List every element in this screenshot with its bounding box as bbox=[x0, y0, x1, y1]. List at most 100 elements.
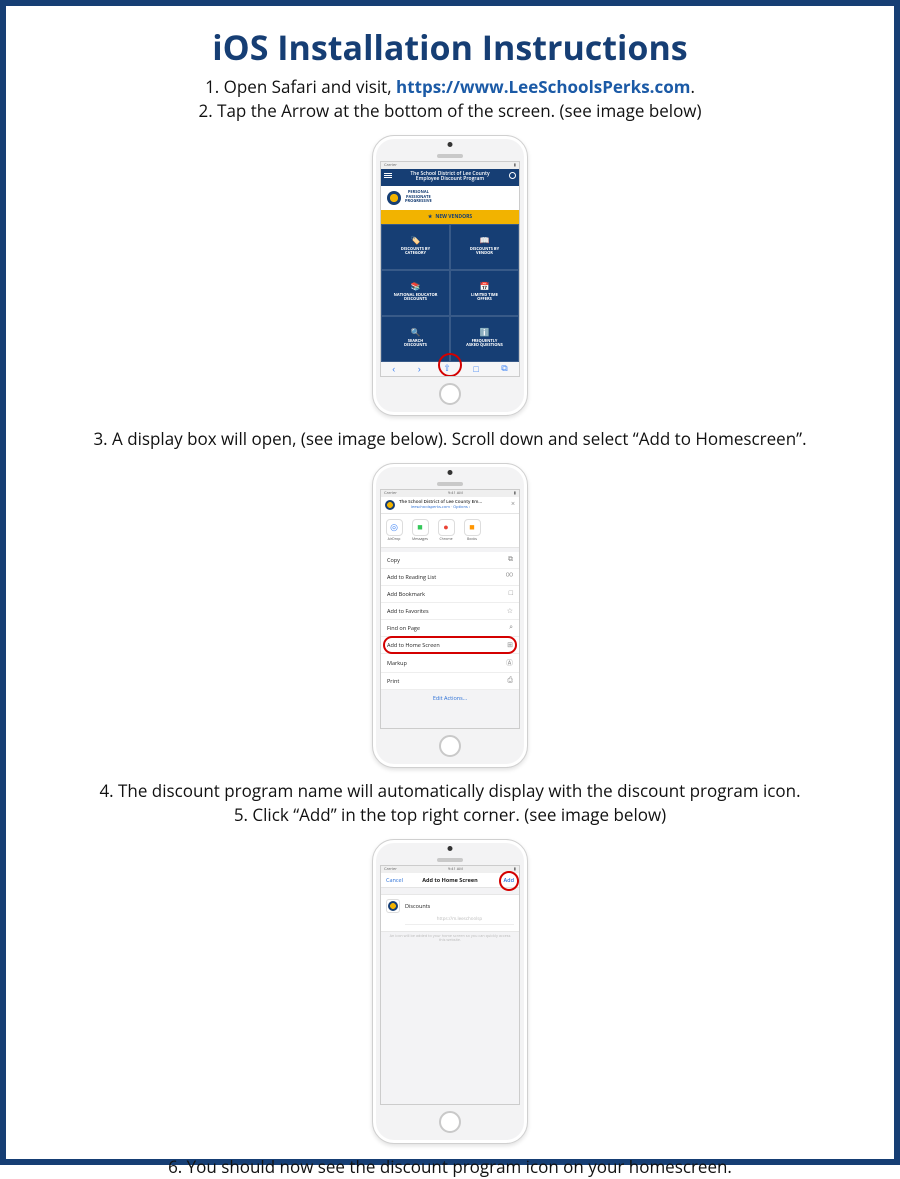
action-markup[interactable]: MarkupⒶ bbox=[381, 654, 519, 673]
phone-mock-2: Carrier 9:41 AM ▮ The School District of… bbox=[36, 463, 864, 768]
app-chrome[interactable]: ●Chrome bbox=[437, 519, 455, 542]
books-app-icon: ■ bbox=[464, 519, 481, 536]
info-icon: ℹ️ bbox=[480, 329, 490, 338]
magnifier-icon: 🔍 bbox=[411, 329, 421, 338]
action-add-home-screen[interactable]: Add to Home Screen⊞ bbox=[381, 637, 519, 654]
status-carrier: Carrier bbox=[384, 491, 397, 496]
share-icon[interactable]: ⇧ bbox=[443, 363, 451, 374]
markup-icon: Ⓐ bbox=[506, 658, 513, 668]
step-5: 5. Click “Add” in the top right corner. … bbox=[36, 804, 864, 827]
home-button[interactable] bbox=[439, 735, 461, 757]
action-copy[interactable]: Copy⧉ bbox=[381, 552, 519, 569]
tabs-icon[interactable]: ⧉ bbox=[501, 363, 507, 374]
page-title: iOS Installation Instructions bbox=[36, 24, 864, 70]
shortcut-icon bbox=[386, 899, 400, 913]
close-icon[interactable]: × bbox=[511, 500, 515, 509]
camera-dot bbox=[448, 846, 453, 851]
add-home-icon: ⊞ bbox=[507, 641, 513, 649]
tagline: PERSONAL PASSIONATE PROGRESSIVE bbox=[405, 191, 432, 204]
bookmarks-icon[interactable]: □ bbox=[473, 364, 478, 374]
action-print[interactable]: Print⎙ bbox=[381, 673, 519, 690]
home-button[interactable] bbox=[439, 1111, 461, 1133]
find-icon: ⌕ bbox=[509, 624, 513, 632]
camera-dot bbox=[448, 470, 453, 475]
instruction-page: iOS Installation Instructions 1. Open Sa… bbox=[0, 0, 900, 1165]
site-options[interactable]: leeschoolsperks.com · Options › bbox=[399, 505, 482, 510]
add-home-nav-bar: Cancel Add to Home Screen Add bbox=[381, 873, 519, 888]
screen-1: Carrier ▮ The School District of Lee Cou… bbox=[380, 161, 520, 377]
airdrop-icon: ◎ bbox=[386, 519, 403, 536]
grid-limited-time[interactable]: 📅LIMITED TIMEOFFERS bbox=[450, 270, 519, 316]
district-seal-icon bbox=[387, 191, 401, 205]
nav-title: Add to Home Screen bbox=[422, 876, 478, 884]
search-icon[interactable] bbox=[509, 172, 516, 179]
share-actions-list: Copy⧉ Add to Reading Listᴼᴼ Add Bookmark… bbox=[381, 552, 519, 690]
app-messages[interactable]: ■Messages bbox=[411, 519, 429, 542]
status-bar: Carrier ▮ bbox=[381, 162, 519, 169]
forward-icon[interactable]: › bbox=[418, 364, 421, 374]
status-bar: Carrier 9:41 AM ▮ bbox=[381, 490, 519, 497]
edit-actions[interactable]: Edit Actions... bbox=[381, 690, 519, 706]
status-time: 9:41 AM bbox=[448, 491, 463, 496]
step-1-text-a: 1. Open Safari and visit, bbox=[205, 75, 396, 98]
header-line-2: Employee Discount Program bbox=[393, 177, 507, 183]
phone-mock-3: Carrier 9:41 AM ▮ Cancel Add to Home Scr… bbox=[36, 839, 864, 1144]
seal-icon bbox=[388, 901, 398, 911]
steps-block-1: 1. Open Safari and visit, https://www.Le… bbox=[36, 76, 864, 123]
chrome-icon: ● bbox=[438, 519, 455, 536]
cancel-button[interactable]: Cancel bbox=[386, 876, 403, 884]
status-battery: ▮ bbox=[514, 490, 516, 496]
shortcut-url: https://m.leeschoolsp bbox=[405, 913, 514, 925]
shortcut-row: Discounts bbox=[386, 899, 514, 913]
status-time: 9:41 AM bbox=[448, 867, 463, 872]
screen-2: Carrier 9:41 AM ▮ The School District of… bbox=[380, 489, 520, 729]
action-bookmark[interactable]: Add Bookmark□ bbox=[381, 586, 519, 603]
add-button[interactable]: Add bbox=[504, 876, 514, 884]
status-battery: ▮ bbox=[514, 162, 516, 168]
site-title: The School District of Lee County Em... bbox=[399, 500, 482, 505]
copy-icon: ⧉ bbox=[508, 556, 513, 564]
action-favorites[interactable]: Add to Favorites☆ bbox=[381, 603, 519, 620]
grid-search[interactable]: 🔍SEARCHDISCOUNTS bbox=[381, 316, 450, 362]
step-1: 1. Open Safari and visit, https://www.Le… bbox=[36, 76, 864, 99]
glasses-icon: ᴼᴼ bbox=[506, 573, 513, 580]
action-find[interactable]: Find on Page⌕ bbox=[381, 620, 519, 637]
action-reading-list[interactable]: Add to Reading Listᴼᴼ bbox=[381, 569, 519, 586]
hamburger-icon[interactable] bbox=[384, 172, 392, 180]
step-2: 2. Tap the Arrow at the bottom of the sc… bbox=[36, 100, 864, 123]
back-icon[interactable]: ‹ bbox=[392, 364, 395, 374]
app-books[interactable]: ■Books bbox=[463, 519, 481, 542]
perks-link[interactable]: https://www.LeeSchoolsPerks.com bbox=[396, 75, 690, 98]
app-airdrop[interactable]: ◎AirDrop bbox=[385, 519, 403, 542]
print-icon: ⎙ bbox=[507, 677, 513, 685]
speaker-slot bbox=[437, 858, 463, 862]
bookmark-icon: □ bbox=[509, 590, 513, 597]
calendar-icon: 📅 bbox=[480, 283, 490, 292]
tag-l3: PROGRESSIVE bbox=[405, 200, 432, 204]
new-vendors-banner[interactable]: NEW VENDORS bbox=[381, 210, 519, 224]
share-sheet-header: The School District of Lee County Em... … bbox=[381, 497, 519, 514]
step-4: 4. The discount program name will automa… bbox=[36, 780, 864, 803]
iphone-frame-2: Carrier 9:41 AM ▮ The School District of… bbox=[372, 463, 528, 768]
book-icon: 📖 bbox=[480, 237, 490, 246]
tag-icon: 🏷️ bbox=[411, 237, 421, 246]
share-apps-row: ◎AirDrop ■Messages ●Chrome ■Books bbox=[381, 514, 519, 548]
shortcut-name[interactable]: Discounts bbox=[405, 902, 430, 910]
status-carrier: Carrier bbox=[384, 867, 397, 872]
camera-dot bbox=[448, 142, 453, 147]
grid-faq[interactable]: ℹ️FREQUENTLYASKED QUESTIONS bbox=[450, 316, 519, 362]
messages-icon: ■ bbox=[412, 519, 429, 536]
grid-discounts-vendor[interactable]: 📖DISCOUNTS BYVENDOR bbox=[450, 224, 519, 270]
status-carrier: Carrier bbox=[384, 163, 397, 168]
iphone-frame-3: Carrier 9:41 AM ▮ Cancel Add to Home Scr… bbox=[372, 839, 528, 1144]
status-battery: ▮ bbox=[514, 866, 516, 872]
books-icon: 📚 bbox=[411, 283, 421, 292]
step-6: 6. You should now see the discount progr… bbox=[36, 1156, 864, 1179]
grid-discounts-category[interactable]: 🏷️DISCOUNTS BYCATEGORY bbox=[381, 224, 450, 270]
speaker-slot bbox=[437, 154, 463, 158]
phone-mock-1: Carrier ▮ The School District of Lee Cou… bbox=[36, 135, 864, 416]
status-bar: Carrier 9:41 AM ▮ bbox=[381, 866, 519, 873]
grid-national-educator[interactable]: 📚NATIONAL EDUCATORDISCOUNTS bbox=[381, 270, 450, 316]
home-button[interactable] bbox=[439, 383, 461, 405]
speaker-slot bbox=[437, 482, 463, 486]
